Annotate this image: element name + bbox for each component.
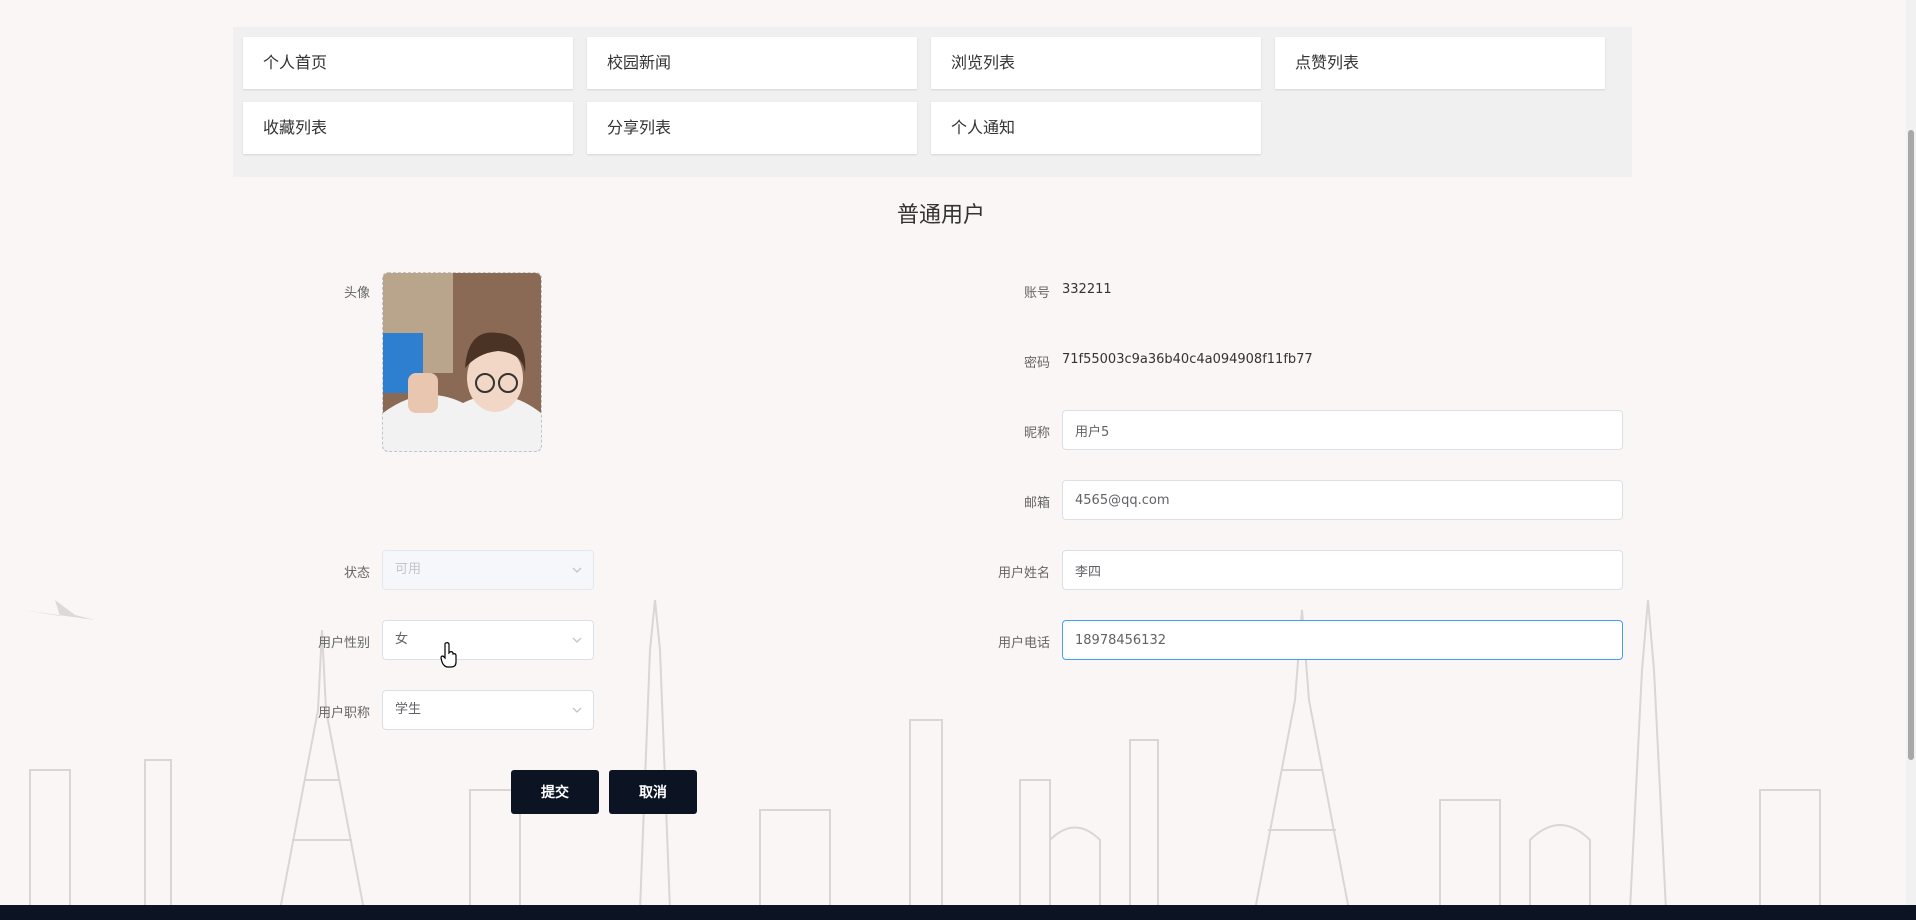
top-nav-panel: 个人首页 校园新闻 浏览列表 点赞列表 收藏列表 分享列表 个人通知: [233, 27, 1632, 177]
realname-label: 用户姓名: [997, 566, 1050, 581]
gender-label: 用户性别: [317, 636, 370, 651]
status-select: 可用: [382, 550, 594, 590]
chevron-down-icon: [572, 637, 582, 643]
nav-like-list[interactable]: 点赞列表: [1275, 37, 1605, 89]
avatar-label: 头像: [343, 286, 370, 301]
avatar-image: [383, 273, 541, 451]
nav-share-list[interactable]: 分享列表: [587, 102, 917, 154]
cancel-button[interactable]: 取消: [609, 770, 697, 814]
job-title-value: 学生: [395, 702, 422, 717]
nav-browse-list[interactable]: 浏览列表: [931, 37, 1261, 89]
status-value: 可用: [395, 562, 422, 577]
nickname-input[interactable]: [1062, 410, 1623, 450]
page-title: 普通用户: [896, 203, 985, 228]
email-input[interactable]: [1062, 480, 1623, 520]
nav-campus-news[interactable]: 校园新闻: [587, 37, 917, 89]
password-label: 密码: [1023, 356, 1050, 371]
job-title-label: 用户职称: [317, 706, 370, 721]
chevron-down-icon: [572, 567, 582, 573]
hand-cursor-icon: [440, 642, 457, 668]
scrollbar-thumb[interactable]: [1908, 130, 1914, 760]
gender-select[interactable]: 女: [382, 620, 594, 660]
nav-favorite-list[interactable]: 收藏列表: [243, 102, 573, 154]
realname-input[interactable]: [1062, 550, 1623, 590]
nav-personal-home[interactable]: 个人首页: [243, 37, 573, 89]
page-scrollbar[interactable]: [1906, 0, 1916, 905]
avatar-upload[interactable]: [382, 272, 542, 452]
status-label: 状态: [343, 566, 370, 581]
phone-label: 用户电话: [997, 636, 1050, 651]
account-value: 332211: [1062, 282, 1112, 297]
job-title-select[interactable]: 学生: [382, 690, 594, 730]
submit-button[interactable]: 提交: [511, 770, 599, 814]
phone-input[interactable]: [1062, 620, 1623, 660]
gender-value: 女: [395, 632, 409, 647]
account-label: 账号: [1023, 286, 1050, 301]
chevron-down-icon: [572, 707, 582, 713]
password-value: 71f55003c9a36b40c4a094908f11fb77: [1062, 352, 1313, 367]
footer-bar: [0, 905, 1916, 920]
nickname-label: 昵称: [1023, 426, 1050, 441]
email-label: 邮箱: [1023, 496, 1050, 511]
nav-personal-notice[interactable]: 个人通知: [931, 102, 1261, 154]
